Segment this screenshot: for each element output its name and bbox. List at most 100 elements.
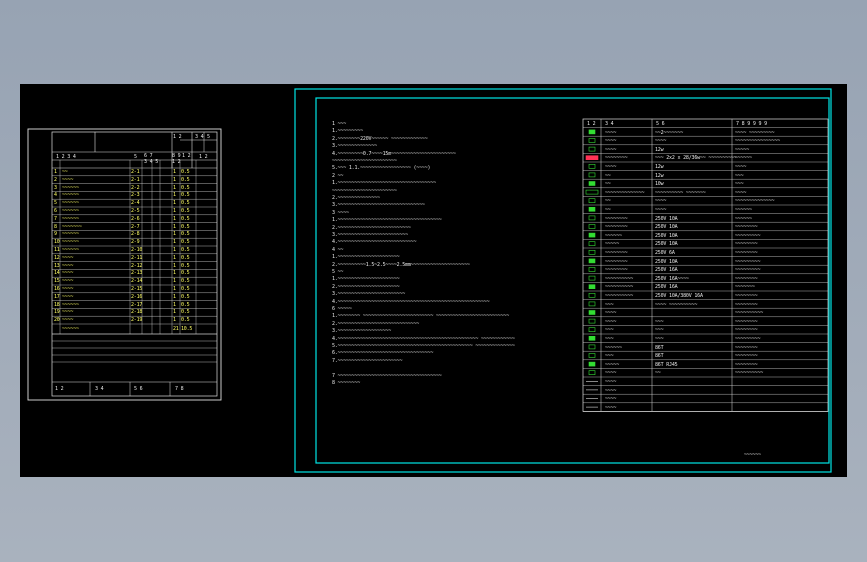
legend-name: ~~~ (605, 327, 614, 334)
row-name: ~~~~ (62, 176, 74, 183)
legend-spec: 250V 10A/380V 16A (655, 293, 703, 299)
row-size: 0.5 (181, 247, 190, 253)
legend-name: ~~~~~~~~ (605, 250, 628, 256)
legend-symbol (588, 164, 596, 169)
title-block-text: ~~~~~~ (744, 452, 761, 458)
row-code: 2-11 (131, 254, 143, 261)
list-header-cell: 1 2 (199, 154, 208, 160)
note-line: 1.~~~~~~~~~~~~~~~~~~~~~~ (332, 254, 400, 261)
legend-symbol (588, 353, 596, 358)
legend-name: ~~~~ (605, 404, 617, 411)
list-header-cell: 3 4 5 (144, 159, 159, 165)
legend-spec: ~~~ (655, 336, 664, 342)
row-number: 7 (54, 215, 57, 222)
row-size: 0.5 (181, 192, 190, 199)
row-number: 13 (54, 262, 60, 269)
legend-note: ~~~~~~~~ (735, 275, 758, 282)
row-size: 0.5 (181, 200, 190, 207)
row-number: 16 (54, 286, 60, 292)
row-name: ~~ (62, 169, 68, 175)
note-line: 8 ~~~~~~~~ (332, 380, 361, 386)
row-name: ~~~~ (62, 254, 74, 261)
row-code: 2-7 (131, 223, 140, 230)
legend-spec: 250V 16A (655, 267, 678, 274)
legend-symbol (588, 284, 596, 289)
legend-symbol (588, 258, 596, 264)
row-quantity: 1 (173, 247, 176, 253)
note-line: 3.~~~~~~~~~~~~~~~~~~~~~~~~ (332, 291, 406, 298)
note-line: 1.~~~~~~~~ ~~~~~~~~~~~~~~~~~~~~~~~~~ ~~~… (332, 313, 510, 320)
legend-spec: ~~2~~~~~~~ (655, 129, 684, 136)
legend-note: ~~~~~~~~~ (735, 336, 761, 342)
legend-note: ~~~~ ~~~~~~~~~ (735, 129, 775, 136)
legend-note: ~~~~~~~~ (735, 344, 758, 351)
list-header-cell: 1 2 (182, 153, 191, 159)
total-quantity: 21 (173, 326, 179, 332)
note-line: 4.~~~~~~~~~0.7~~~~15m~~~~~~~~~~~~~~~~~~~… (332, 150, 456, 157)
row-number: 5 (54, 200, 57, 207)
row-code: 2-14 (131, 278, 143, 285)
row-name: ~~~~ (62, 317, 74, 324)
legend-note: ~~~~~~ (735, 215, 752, 222)
note-line: 2 ~~ (332, 172, 344, 179)
row-quantity: 1 (173, 270, 176, 277)
legend-name: ~~~~ (605, 146, 617, 153)
note-line: 3.~~~~~~~~~~~~~~~~~~~~~~~~~~~~~~~ (332, 202, 425, 209)
note-line: 1 ~~~ (332, 121, 347, 127)
legend-spec: ~~ (655, 370, 661, 377)
legend-name: ~~~~ (605, 310, 617, 317)
legend-name: ~~~~ (605, 138, 617, 145)
cad-model-space[interactable]: 1 23 451 2 3 456 78 91 21 23 4 51 2 1 ~~ 2-… (20, 84, 847, 477)
legend-name: ~~~~~ (605, 361, 620, 368)
legend-name: ~~~~ (605, 164, 617, 170)
legend-spec: 250V 6A (655, 250, 675, 256)
row-code: 2-2 (131, 184, 140, 191)
legend-symbol (588, 250, 596, 255)
row-number: 15 (54, 278, 60, 285)
row-code: 2-5 (131, 208, 140, 214)
row-name: ~~~~~~ (62, 184, 79, 191)
row-size: 0.5 (181, 215, 190, 222)
legend-spec: ~~~ (655, 318, 664, 325)
legend-name: ~~~ (605, 301, 614, 308)
legend-spec: ~~~~~~~~~~ ~~~~~~~ (655, 189, 706, 196)
row-name: ~~~~~~ (62, 200, 79, 207)
legend-symbol (588, 336, 596, 341)
row-number: 4 (54, 192, 57, 199)
list-header-cell: 5 (207, 134, 210, 140)
row-number: 8 (54, 223, 57, 230)
legend-spec: 10w (655, 181, 664, 188)
legend-note: ~~~~~~~~~ (735, 258, 761, 265)
legend-name: ~~ (605, 181, 611, 188)
legend-spec: 250V 16A (655, 284, 678, 291)
legend-spec: 250V 10A (655, 215, 678, 222)
row-size: 0.5 (181, 293, 190, 300)
note-line: 5.~~~ 1.1.~~~~~~~~~~~~~~~~~~ (~~~~) (332, 165, 431, 172)
legend-note: ~~~~~~ (735, 207, 752, 213)
row-quantity: 1 (173, 293, 176, 300)
list-header-cell: 5 (134, 154, 137, 160)
legend-spec: ~~~ (655, 327, 664, 334)
legend-note: ~~~~~ (735, 146, 750, 153)
legend-spec: ~~~~ (655, 207, 667, 213)
row-number: 1 (54, 169, 57, 175)
legend-name: ~~~ (605, 353, 614, 360)
row-name: ~~~~~~ (62, 231, 79, 238)
row-quantity: 1 (173, 309, 176, 316)
legend-name: ~~~~ (605, 387, 617, 394)
legend-symbol (588, 224, 596, 229)
legend-name: ~~~~~~~~ (605, 215, 628, 222)
note-line: 7.~~~~~~~~~~~~~~~~~~~~~~~ (332, 357, 403, 364)
legend-symbol (588, 327, 596, 332)
row-code: 2-16 (131, 293, 143, 300)
row-number: 14 (54, 270, 60, 277)
legend-symbol (588, 370, 596, 376)
legend-name: ~~~~ (605, 318, 617, 325)
legend-symbol (588, 215, 596, 221)
legend-note: ~~~~ (735, 189, 747, 196)
note-line: 2.~~~~~~~~220V~~~~~~ ~~~~~~~~~~~~~ (332, 135, 428, 142)
note-line: 4.~~~~~~~~~~~~~~~~~~~~~~~~~~~~ (332, 239, 417, 246)
row-quantity: 1 (173, 200, 176, 207)
note-line: 7 ~~~~~~~~~~~~~~~~~~~~~~~~~~~~~~~~~~~~~ (332, 372, 442, 379)
row-size: 0.5 (181, 262, 190, 269)
